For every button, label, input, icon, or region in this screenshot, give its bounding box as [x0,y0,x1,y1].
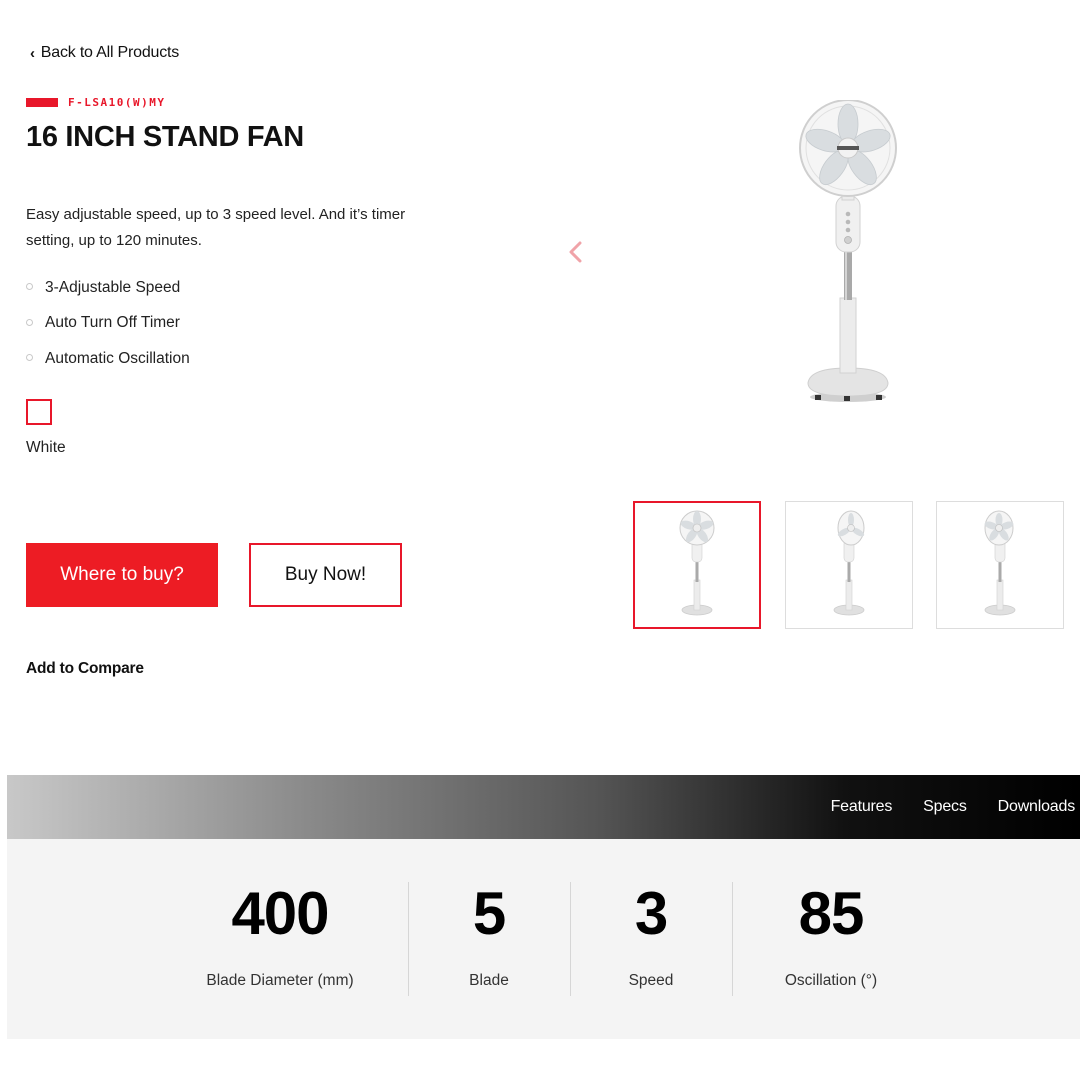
fan-thumbnail-image [833,510,865,616]
bullet-icon [26,354,33,362]
color-label: White [26,439,66,456]
key-specs: 400 Blade Diameter (mm) 5 Blade 3 Speed … [7,839,1080,1039]
section-tabs: Features Specs Downloads [831,775,1076,839]
feature-label: Automatic Oscillation [45,349,190,367]
thumbnail-1[interactable] [633,501,761,629]
spec-value: 400 [231,880,329,947]
bullet-icon [26,283,33,291]
back-to-products-link[interactable]: ‹ Back to All Products [30,44,179,62]
model-accent-bar [26,98,58,107]
thumbnail-2[interactable] [785,501,913,629]
product-title: 16 INCH STAND FAN [26,121,304,153]
spec-label: Blade Diameter (mm) [206,972,354,989]
chevron-left-icon: ‹ [30,44,35,62]
feature-label: Auto Turn Off Timer [45,314,180,332]
feature-item: Automatic Oscillation [26,341,190,377]
fan-thumbnail-image [679,510,715,616]
spec-blade-diameter: 400 Blade Diameter (mm) [160,839,400,1039]
spec-label: Blade [469,972,509,989]
thumbnail-3[interactable] [936,501,1064,629]
product-main-image [799,100,897,402]
model-code: F-LSA10(W)MY [68,96,166,109]
feature-label: 3-Adjustable Speed [45,278,181,296]
bullet-icon [26,318,33,326]
buy-now-button[interactable]: Buy Now! [249,543,402,607]
feature-item: 3-Adjustable Speed [26,270,190,306]
spec-blade: 5 Blade [409,839,569,1039]
back-link-label: Back to All Products [40,44,180,61]
spec-value: 5 [472,880,506,947]
add-to-compare-link[interactable]: Add to Compare [26,660,144,678]
model-row: F-LSA10(W)MY [26,96,165,109]
feature-item: Auto Turn Off Timer [26,306,190,342]
chevron-left-icon[interactable] [566,238,586,266]
fan-thumbnail-image [984,510,1016,616]
spec-oscillation: 85 Oscillation (°) [731,839,931,1039]
section-tab-bar: Features Specs Downloads [7,775,1080,839]
where-to-buy-button[interactable]: Where to buy? [26,543,218,607]
spec-label: Speed [628,972,674,989]
color-swatch-white[interactable] [26,399,52,425]
spec-speed: 3 Speed [571,839,731,1039]
spec-value: 85 [798,880,865,947]
tab-features[interactable]: Features [831,798,893,816]
product-description: Easy adjustable speed, up to 3 speed lev… [26,206,406,249]
spec-label: Oscillation (°) [784,972,878,989]
feature-list: 3-Adjustable Speed Auto Turn Off Timer A… [26,270,190,377]
tab-downloads[interactable]: Downloads [998,798,1076,816]
spec-value: 3 [634,880,668,947]
tab-specs[interactable]: Specs [923,798,967,816]
